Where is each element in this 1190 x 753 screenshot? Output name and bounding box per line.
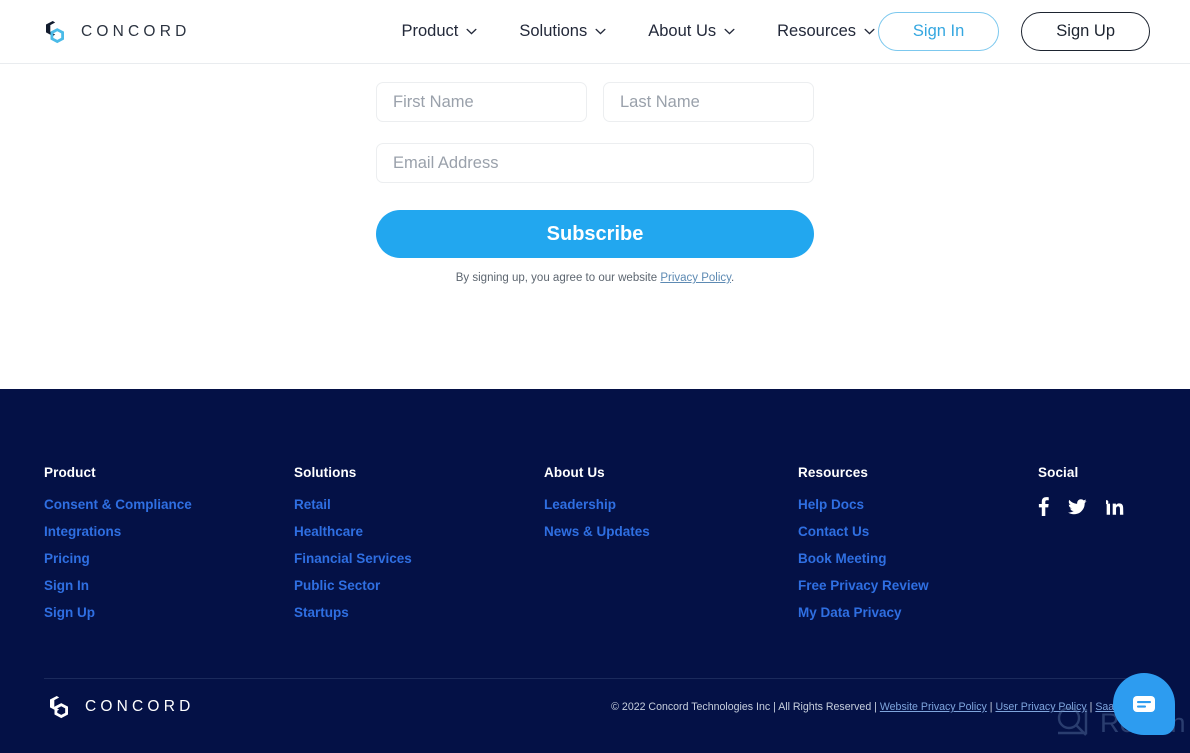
last-name-input[interactable]	[603, 82, 814, 122]
footer-column-about-us: About Us Leadership News & Updates	[544, 465, 798, 632]
chevron-down-icon	[595, 28, 606, 35]
footer-link-news-updates[interactable]: News & Updates	[544, 524, 798, 539]
footer-logo[interactable]: CONCORD	[44, 692, 194, 722]
footer-column-social: Social	[1038, 465, 1124, 632]
footer-link-healthcare[interactable]: Healthcare	[294, 524, 544, 539]
chevron-down-icon	[864, 28, 875, 35]
footer-link-integrations[interactable]: Integrations	[44, 524, 294, 539]
footer-link-public-sector[interactable]: Public Sector	[294, 578, 544, 593]
footer-link-consent-compliance[interactable]: Consent & Compliance	[44, 497, 294, 512]
footer-divider	[44, 678, 1146, 679]
footer-heading-solutions: Solutions	[294, 465, 357, 480]
footer-link-leadership[interactable]: Leadership	[544, 497, 798, 512]
chat-message-icon	[1129, 689, 1159, 719]
footer-column-solutions: Solutions Retail Healthcare Financial Se…	[294, 465, 544, 632]
email-input[interactable]	[376, 143, 814, 183]
footer-link-retail[interactable]: Retail	[294, 497, 544, 512]
header-actions: Sign In Sign Up	[877, 12, 1150, 51]
chat-widget-button[interactable]	[1113, 673, 1175, 735]
footer-link-contact-us[interactable]: Contact Us	[798, 524, 1038, 539]
nav-label: Solutions	[519, 22, 588, 40]
social-icon-list	[1038, 497, 1124, 516]
first-name-input[interactable]	[376, 82, 587, 122]
footer-link-free-privacy-review[interactable]: Free Privacy Review	[798, 578, 1038, 593]
copyright-text: © 2022 Concord Technologies Inc | All Ri…	[611, 701, 1146, 713]
legal-prefix: By signing up, you agree to our website	[455, 272, 661, 284]
subscribe-section: Subscribe By signing up, you agree to ou…	[0, 64, 1190, 389]
footer-link-sign-in[interactable]: Sign In	[44, 578, 294, 593]
footer-link-pricing[interactable]: Pricing	[44, 551, 294, 566]
linkedin-icon[interactable]	[1106, 498, 1124, 515]
legal-disclaimer: By signing up, you agree to our website …	[376, 272, 814, 284]
concord-hexagon-logo-icon	[44, 692, 74, 722]
header-logo[interactable]: CONCORD	[40, 17, 190, 47]
footer-heading-product: Product	[44, 465, 96, 480]
nav-item-resources[interactable]: Resources	[777, 22, 875, 41]
privacy-policy-link[interactable]: Privacy Policy	[660, 272, 731, 284]
site-footer: Product Consent & Compliance Integration…	[0, 389, 1190, 753]
nav-label: Product	[401, 22, 459, 40]
user-privacy-policy-link[interactable]: User Privacy Policy	[995, 701, 1086, 713]
nav-item-solutions[interactable]: Solutions	[519, 22, 606, 41]
footer-column-product: Product Consent & Compliance Integration…	[44, 465, 294, 632]
copyright-prefix: © 2022 Concord Technologies Inc | All Ri…	[611, 701, 880, 713]
footer-heading-about-us: About Us	[544, 465, 605, 480]
footer-link-book-meeting[interactable]: Book Meeting	[798, 551, 1038, 566]
nav-label: About Us	[648, 22, 717, 40]
facebook-icon[interactable]	[1038, 497, 1049, 516]
concord-hexagon-logo-icon	[40, 17, 70, 47]
main-navigation: Product Solutions About Us Resources	[401, 22, 875, 41]
chevron-down-icon	[724, 28, 735, 35]
sign-up-button[interactable]: Sign Up	[1021, 12, 1150, 51]
nav-item-about-us[interactable]: About Us	[648, 22, 735, 41]
twitter-icon[interactable]	[1068, 498, 1087, 515]
footer-bottom-bar: CONCORD © 2022 Concord Technologies Inc …	[44, 692, 1146, 722]
subscribe-button[interactable]: Subscribe	[376, 210, 814, 258]
footer-heading-resources: Resources	[798, 465, 868, 480]
footer-column-resources: Resources Help Docs Contact Us Book Meet…	[798, 465, 1038, 632]
footer-link-startups[interactable]: Startups	[294, 605, 544, 620]
footer-link-sign-up[interactable]: Sign Up	[44, 605, 294, 620]
name-row	[376, 82, 814, 122]
nav-item-product[interactable]: Product	[401, 22, 477, 41]
nav-label: Resources	[777, 22, 856, 40]
chevron-down-icon	[466, 28, 477, 35]
header-logo-text: CONCORD	[81, 22, 191, 40]
footer-link-my-data-privacy[interactable]: My Data Privacy	[798, 605, 1038, 620]
footer-heading-social: Social	[1038, 465, 1079, 480]
footer-link-financial-services[interactable]: Financial Services	[294, 551, 544, 566]
footer-link-help-docs[interactable]: Help Docs	[798, 497, 1038, 512]
site-header: CONCORD Product Solutions About Us Resou…	[0, 0, 1190, 64]
subscribe-form: Subscribe By signing up, you agree to ou…	[376, 64, 814, 284]
legal-suffix: .	[731, 272, 735, 284]
footer-columns: Product Consent & Compliance Integration…	[44, 389, 1146, 632]
footer-logo-text: CONCORD	[85, 698, 195, 715]
website-privacy-policy-link[interactable]: Website Privacy Policy	[880, 701, 987, 713]
sign-in-button[interactable]: Sign In	[877, 12, 1000, 51]
